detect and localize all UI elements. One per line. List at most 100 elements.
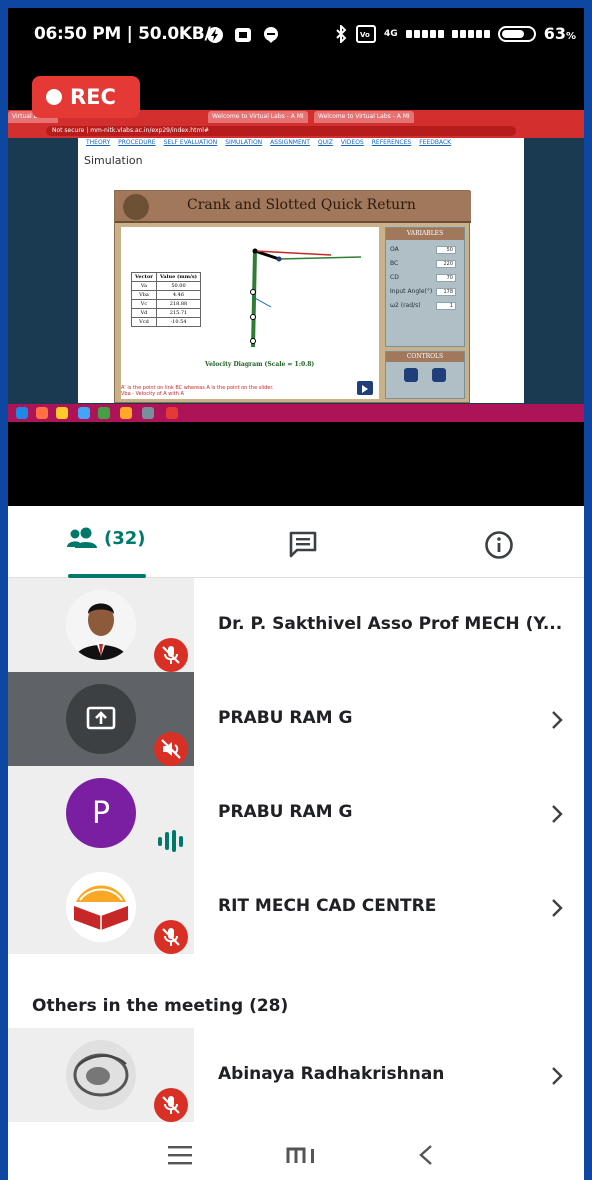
mic-off-icon [162,928,180,946]
windows-taskbar [8,404,584,422]
powerpoint-icon [166,407,178,419]
nav-link: QUIZ [317,139,333,146]
mic-off-icon [162,1096,180,1114]
nav-link: ASSIGNMENT [270,139,310,146]
participant-row[interactable]: Abinaya Radhakrishnan [8,1028,584,1122]
participant-row[interactable]: Dr. P. Sakthivel Asso Prof MECH (Y... [8,578,584,672]
others-heading: Others in the meeting (28) [32,996,289,1016]
pause-button[interactable] [404,368,418,382]
variable-row: OA 50 [390,246,462,254]
play-button[interactable] [357,381,373,395]
url-text: Not secure | mm-nitk.vlabs.ac.in/exp29/i… [46,126,516,136]
person-photo-icon [66,590,136,660]
participants-panel: (32) Dr. P. Sakthivel Asso Prof MECH (Y.… [8,506,584,1180]
panel-tabs: (32) [8,506,584,578]
variable-row: CD 70 [390,274,462,282]
participant-avatar-area [8,860,194,954]
simulation-title: Crank and Slotted Quick Return [187,197,416,213]
simulation-title-bar: Crank and Slotted Quick Return [115,191,471,223]
sketch-avatar-icon [73,1053,129,1097]
device-screen: 06:50 PM | 50.0KB/s Vo 4G 63% Virtual La… [8,8,584,1180]
velocity-table: Vector Value (mm/s) Va 50.00 Vba 4.46 Vc 218… [131,272,202,327]
participant-row[interactable]: RIT MECH CAD CENTRE [8,860,584,954]
battery-icon [497,25,536,42]
variable-value[interactable]: 178 [436,288,456,296]
nav-link: SIMULATION [225,139,263,146]
shared-screen-video[interactable]: Virtual Lab Welcome to Virtual Labs - A … [8,110,584,422]
app-icon [142,407,154,419]
participant-name: Dr. P. Sakthivel Asso Prof MECH (Y... [218,614,563,634]
mic-off-badge [154,638,188,672]
variables-title: VARIABLES [386,228,464,240]
participant-info: RIT MECH CAD CENTRE [194,860,584,954]
participant-info: PRABU RAM G [194,672,584,766]
volte-icon: Vo [356,24,377,43]
record-icon [46,89,62,105]
participant-avatar-area [8,578,194,672]
mic-off-badge [154,1088,188,1122]
network-type: 4G [384,28,398,39]
nav-link: SELF EVALUATION [163,139,218,146]
chevron-right-icon[interactable] [550,804,564,824]
variable-value[interactable]: 70 [436,274,456,282]
controls-panel: CONTROLS [385,351,465,399]
mechanism-diagram [250,248,362,348]
tab-chat[interactable] [288,530,318,562]
start-icon [16,407,28,419]
simulation-canvas: Vector Value (mm/s) Va 50.00 Vba 4.46 Vc 218… [121,227,379,399]
status-bar: 06:50 PM | 50.0KB/s Vo 4G 63% [8,8,584,64]
folder-icon [56,407,68,419]
controls-title: CONTROLS [386,352,464,362]
menu-icon[interactable] [168,1144,192,1166]
section-label: Simulation [84,154,143,167]
speaking-icon [158,830,183,852]
table-row: Vcd -10.54 [131,317,202,327]
avatar [66,1040,136,1110]
status-right: Vo 4G 63% [334,24,576,43]
simulation-panel: Crank and Slotted Quick Return Vector Val… [114,190,471,403]
nav-link: PROCEDURE [118,139,156,146]
chevron-right-icon[interactable] [550,1066,564,1086]
variable-value[interactable]: 50 [436,246,456,254]
vlc-icon [120,407,132,419]
play-icon [362,385,368,393]
participant-row[interactable]: P PRABU RAM G [8,766,584,860]
browser-tab: Welcome to Virtual Labs - A MI [314,111,414,123]
table-header: Vector [131,272,157,282]
variable-value[interactable]: 220 [436,260,456,268]
reset-button[interactable] [432,368,446,382]
home-icon[interactable] [286,1144,318,1166]
table-row: Vba 4.46 [131,290,202,300]
variable-row: Input Angle(°) 178 [390,288,462,296]
participant-avatar-area [8,1028,194,1122]
audio-off-badge [154,732,188,766]
chrome-icon [98,407,110,419]
participant-name: Abinaya Radhakrishnan [218,1064,445,1084]
diagram-note: A' is the point on link BC whereas A is … [121,385,274,397]
lab-nav-links: THEORY PROCEDURE SELF EVALUATION SIMULAT… [86,139,451,146]
chat-icon [289,531,317,558]
chevron-right-icon[interactable] [550,898,564,918]
variable-value[interactable]: 1 [436,302,456,310]
browser-url-bar: Not secure | mm-nitk.vlabs.ac.in/exp29/i… [8,124,584,138]
edge-icon [78,407,90,419]
nav-link: FEEDBACK [419,139,452,146]
svg-text:Vo: Vo [360,31,370,39]
participant-info: Abinaya Radhakrishnan [194,1028,584,1122]
avatar [66,872,136,942]
avatar [66,684,136,754]
participant-info: PRABU RAM G [194,766,584,860]
participant-avatar-area [8,672,194,766]
nav-link: VIDEOS [340,139,364,146]
chevron-right-icon[interactable] [550,710,564,730]
back-icon[interactable] [418,1144,434,1166]
meet-icon [235,28,251,42]
tab-people[interactable]: (32) [66,526,146,550]
webpage: THEORY PROCEDURE SELF EVALUATION SIMULAT… [78,138,524,403]
lightning-icon [207,27,223,43]
battery-level: 63% [543,24,576,43]
participant-row-presenting[interactable]: PRABU RAM G [8,672,584,766]
participant-avatar-area: P [8,766,194,860]
tab-info[interactable] [484,530,514,564]
people-count: (32) [104,527,146,549]
